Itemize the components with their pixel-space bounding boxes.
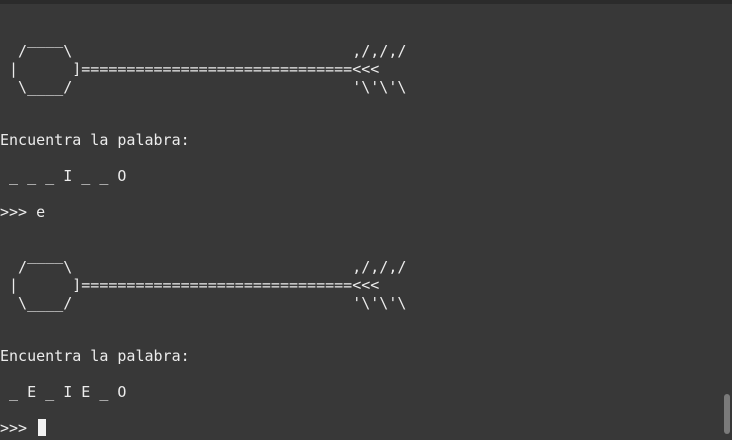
word-state: _ _ _ I _ _ O (0, 167, 127, 185)
word-state: _ E _ I E _ O (0, 383, 127, 401)
ascii-art-line: | ]==============================<<< (0, 276, 380, 294)
input-line: >>> e (0, 203, 46, 221)
input-prompt: >>> (0, 419, 37, 437)
ascii-art-line: \____/ '\'\'\ (0, 294, 407, 312)
window-top-edge (0, 0, 732, 4)
ascii-art-line: / \ ,/,/,/ (0, 258, 407, 276)
prompt-label: Encuentra la palabra: (0, 347, 190, 365)
ascii-art-line: / \ ,/,/,/ (0, 42, 407, 60)
vertical-scrollbar[interactable] (724, 4, 730, 436)
ascii-art-line: \____/ '\'\'\ (0, 78, 407, 96)
scrollbar-thumb[interactable] (724, 394, 730, 434)
prompt-label: Encuentra la palabra: (0, 131, 190, 149)
text-cursor (38, 419, 47, 436)
ascii-art-line: | ]==============================<<< (0, 60, 380, 78)
active-input-line[interactable]: >>> (0, 419, 47, 437)
terminal-window[interactable]: ____ / \ ,/,/,/ | ]=====================… (0, 0, 732, 440)
